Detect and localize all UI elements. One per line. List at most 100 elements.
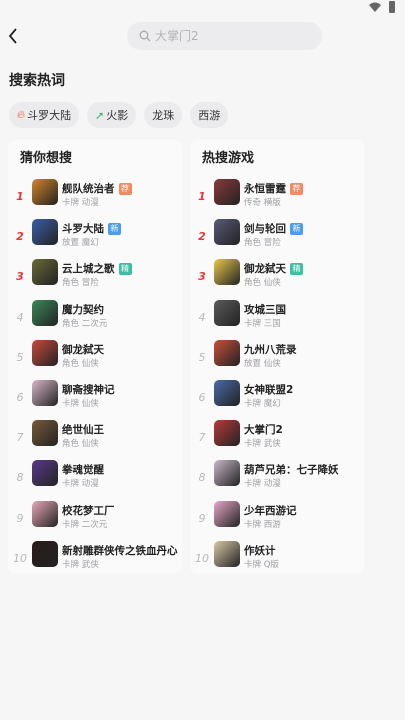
game-row[interactable]: 5 御龙弑天 角色 仙侠 — [8, 339, 182, 383]
hot-word-chip[interactable]: 🔥︎ 斗罗大陆 — [9, 102, 80, 128]
rank-number: 6 — [16, 390, 24, 404]
game-icon — [214, 299, 240, 326]
game-name-text: 拳魂觉醒 — [62, 464, 104, 477]
game-row[interactable]: 4 魔力契约角色 二次元 — [8, 299, 182, 343]
game-row[interactable]: 3 御龙弑天精角色 仙侠 — [190, 259, 364, 302]
game-icon — [32, 299, 58, 326]
game-text: 攻城三国 卡牌 三国 — [244, 303, 286, 330]
game-row[interactable]: 4 攻城三国 卡牌 三国 — [190, 299, 364, 343]
game-meta: 卡牌 动漫 — [244, 479, 281, 490]
game-name-text: 女神联盟2 — [244, 383, 294, 396]
game-row[interactable]: 10 作妖计 卡牌 Q版 — [190, 540, 364, 584]
game-icon — [214, 259, 240, 286]
game-name: 聊斋搜神记 — [62, 383, 115, 397]
game-meta: 卡牌 二次元 — [62, 519, 108, 530]
rank-number: 7 — [198, 431, 206, 445]
game-row[interactable]: 2 斗罗大陆新放置 魔幻 — [8, 219, 182, 262]
game-row[interactable]: 8 葫芦兄弟：七子降妖 卡牌 动漫 — [190, 460, 364, 503]
rank-number: 10 — [13, 551, 27, 565]
chip-label: 西游 — [198, 109, 221, 122]
chevron-left-icon — [8, 28, 17, 44]
trend-icon: ➚ — [95, 108, 105, 122]
game-name: 女神联盟2 — [244, 383, 293, 397]
game-meta: 卡牌 魔幻 — [244, 398, 281, 409]
game-row[interactable]: 6 聊斋搜神记 卡牌 仙侠 — [8, 379, 182, 423]
game-name: 少年西游记 — [244, 504, 297, 518]
game-name-text: 九州八荒录 — [244, 343, 297, 356]
game-icon — [214, 420, 240, 447]
game-name-text: 攻城三国 — [244, 303, 286, 316]
game-row[interactable]: 1 舰队统治者荐卡牌 动漫 — [8, 179, 182, 222]
game-name-text: 新射雕群侠传之铁血丹心 — [62, 544, 178, 557]
game-icon — [32, 179, 58, 205]
game-text: 绝世仙王 角色 仙侠 — [62, 423, 104, 450]
rank-number: 6 — [198, 390, 206, 404]
game-name-text: 云上城之歌 — [62, 263, 115, 276]
rank-number: 8 — [198, 471, 206, 485]
game-row[interactable]: 10 新射雕群侠传之铁血丹心 卡牌 武侠 — [8, 540, 182, 584]
game-text: 作妖计 卡牌 Q版 — [244, 544, 279, 571]
game-row[interactable]: 5 九州八荒录 放置 仙侠 — [190, 339, 364, 383]
game-name-text: 绝世仙王 — [62, 424, 104, 437]
game-name: 九州八荒录 — [244, 343, 297, 357]
game-name-text: 校花梦工厂 — [62, 504, 115, 517]
game-icon — [32, 339, 58, 366]
game-meta: 角色 冒险 — [62, 278, 99, 289]
rank-number: 4 — [16, 310, 24, 324]
game-meta: 角色 仙侠 — [62, 439, 99, 450]
game-row[interactable]: 9 少年西游记 卡牌 西游 — [190, 500, 364, 544]
rank-number: 2 — [16, 230, 24, 244]
rank-number: 3 — [16, 270, 24, 284]
game-row[interactable]: 8 拳魂觉醒 卡牌 动漫 — [8, 460, 182, 503]
search-box[interactable] — [127, 22, 322, 50]
rank-number: 10 — [195, 551, 209, 565]
game-name-text: 葫芦兄弟：七子降妖 — [244, 464, 339, 477]
game-name-text: 作妖计 — [244, 544, 276, 557]
game-row[interactable]: 9 校花梦工厂 卡牌 二次元 — [8, 500, 182, 544]
game-icon — [214, 460, 240, 487]
game-row[interactable]: 6 女神联盟2 卡牌 魔幻 — [190, 379, 364, 423]
game-text: 御龙弑天 角色 仙侠 — [62, 343, 104, 370]
game-text: 云上城之歌精角色 冒险 — [62, 262, 132, 289]
game-text: 葫芦兄弟：七子降妖 卡牌 动漫 — [244, 463, 339, 490]
game-text: 聊斋搜神记 卡牌 仙侠 — [62, 383, 115, 410]
game-name-text: 剑与轮回 — [244, 223, 286, 236]
game-name: 葫芦兄弟：七子降妖 — [244, 463, 339, 477]
game-row[interactable]: 2 剑与轮回新角色 冒险 — [190, 219, 364, 262]
game-row[interactable]: 1 永恒雷霆荐传奇 横版 — [190, 179, 364, 222]
game-badge: 精 — [290, 263, 303, 276]
game-meta: 传奇 横版 — [244, 198, 281, 208]
guess-search-panel: 猜你想搜 1 舰队统治者荐卡牌 动漫 2 斗罗大陆新放置 魔幻 3 云上城之歌精角色 冒险… — [8, 140, 182, 574]
game-meta: 角色 二次元 — [62, 318, 108, 329]
game-meta: 卡牌 动漫 — [62, 479, 99, 490]
game-name: 云上城之歌精 — [62, 262, 132, 276]
game-meta: 卡牌 动漫 — [62, 198, 99, 208]
search-icon — [139, 30, 151, 42]
hot-words-title: 搜索热词 — [9, 73, 65, 89]
game-text: 九州八荒录 放置 仙侠 — [244, 343, 297, 370]
rank-list: 1 永恒雷霆荐传奇 横版 2 剑与轮回新角色 冒险 3 御龙弑天精角色 仙侠 4 攻城三国 卡牌… — [190, 179, 364, 584]
game-badge: 新 — [290, 223, 303, 236]
game-row[interactable]: 7 大掌门2 卡牌 武侠 — [190, 420, 364, 463]
game-icon — [214, 500, 240, 527]
game-name: 攻城三国 — [244, 303, 286, 317]
game-icon — [32, 500, 58, 527]
game-text: 大掌门2 卡牌 武侠 — [244, 423, 283, 450]
search-input[interactable] — [155, 29, 305, 43]
hot-word-chip[interactable]: 西游 — [190, 102, 229, 128]
game-text: 舰队统治者荐卡牌 动漫 — [62, 182, 132, 209]
game-name-text: 舰队统治者 — [62, 183, 115, 195]
game-icon — [32, 420, 58, 447]
game-row[interactable]: 7 绝世仙王 角色 仙侠 — [8, 420, 182, 463]
back-button[interactable] — [4, 24, 22, 48]
game-row[interactable]: 3 云上城之歌精角色 冒险 — [8, 259, 182, 302]
rank-number: 2 — [198, 230, 206, 244]
game-name: 剑与轮回新 — [244, 222, 303, 236]
game-text: 新射雕群侠传之铁血丹心 卡牌 武侠 — [62, 544, 178, 571]
game-name-text: 魔力契约 — [62, 303, 104, 316]
game-name-text: 少年西游记 — [244, 504, 297, 517]
hot-word-chip[interactable]: 龙珠 — [144, 102, 183, 128]
game-name: 魔力契约 — [62, 303, 107, 317]
hot-word-chip[interactable]: ➚ 火影 — [87, 102, 137, 128]
game-meta: 角色 仙侠 — [62, 358, 99, 369]
